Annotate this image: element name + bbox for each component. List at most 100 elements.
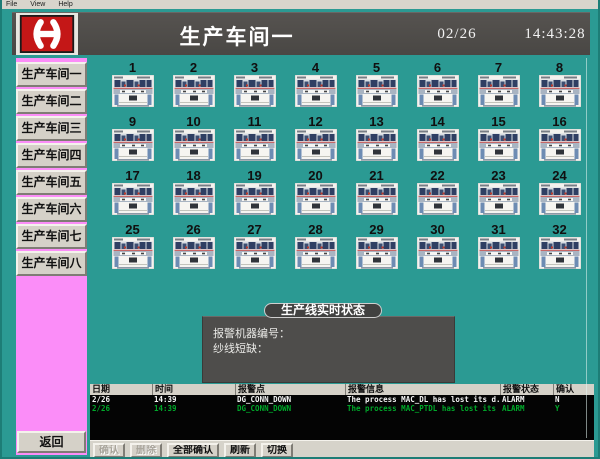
- machine-cell[interactable]: 4: [285, 61, 346, 115]
- machine-cell[interactable]: 11: [224, 115, 285, 169]
- machine-cell[interactable]: 8: [529, 61, 590, 115]
- toolbar-button[interactable]: 切换: [261, 443, 293, 458]
- machine-number: 22: [430, 169, 444, 183]
- alarm-time-cell: 14:39: [152, 395, 235, 404]
- machine-grid: 1: [102, 61, 591, 277]
- machine-cell[interactable]: 15: [468, 115, 529, 169]
- machine-cell[interactable]: 1: [102, 61, 163, 115]
- machine-number: 15: [491, 115, 505, 129]
- status-line: 报警机器编号：: [213, 327, 454, 342]
- alarm-row[interactable]: 2/26 14:39 DG_CONN_DOWN The process MAC_…: [90, 404, 594, 413]
- status-line: 纱线短缺：: [213, 342, 454, 357]
- sidebar-item-workshop[interactable]: 生产车间七: [16, 224, 87, 249]
- machine-number: 17: [125, 169, 139, 183]
- alarm-time-cell: 14:39: [152, 404, 235, 413]
- menu-item[interactable]: View: [30, 0, 45, 9]
- knitting-machine-icon: [173, 183, 215, 215]
- machine-cell[interactable]: 16: [529, 115, 590, 169]
- knitting-machine-icon: [356, 75, 398, 107]
- machine-cell[interactable]: 28: [285, 223, 346, 277]
- knitting-machine-icon: [112, 237, 154, 269]
- menu-item[interactable]: File: [6, 0, 17, 9]
- knitting-machine-icon: [356, 237, 398, 269]
- knitting-machine-icon: [417, 237, 459, 269]
- machine-cell[interactable]: 17: [102, 169, 163, 223]
- sidebar-item-workshop[interactable]: 生产车间二: [16, 89, 87, 114]
- alarm-row[interactable]: 2/26 14:39 DG_CONN_DOWN The process MAC_…: [90, 395, 594, 404]
- knitting-machine-icon: [112, 183, 154, 215]
- knitting-machine-icon: [478, 129, 520, 161]
- machine-cell[interactable]: 12: [285, 115, 346, 169]
- machine-cell[interactable]: 23: [468, 169, 529, 223]
- knitting-machine-icon: [295, 75, 337, 107]
- machine-cell[interactable]: 21: [346, 169, 407, 223]
- alarm-table-body: 2/26 14:39 DG_CONN_DOWN The process MAC_…: [90, 395, 594, 440]
- machine-number: 5: [373, 61, 380, 75]
- alarm-table-header: 日期时间报警点报警信息报警状态确认: [90, 384, 594, 395]
- alarm-column-header: 确认: [553, 384, 594, 395]
- knitting-machine-icon: [234, 75, 276, 107]
- machine-cell[interactable]: 2: [163, 61, 224, 115]
- date-display: 02/26: [422, 26, 492, 43]
- knitting-machine-icon: [234, 183, 276, 215]
- alarm-message-cell: The process MAC_DL has lost its d..: [345, 395, 500, 404]
- time-display: 14:43:28: [514, 26, 596, 43]
- machine-cell[interactable]: 20: [285, 169, 346, 223]
- toolbar-button[interactable]: 刷新: [224, 443, 256, 458]
- machine-cell[interactable]: 7: [468, 61, 529, 115]
- machine-cell[interactable]: 5: [346, 61, 407, 115]
- machine-cell[interactable]: 19: [224, 169, 285, 223]
- machine-number: 24: [552, 169, 566, 183]
- toolbar-button[interactable]: 删除: [130, 443, 162, 458]
- machine-number: 27: [247, 223, 261, 237]
- machine-number: 28: [308, 223, 322, 237]
- machine-cell[interactable]: 32: [529, 223, 590, 277]
- machine-cell[interactable]: 6: [407, 61, 468, 115]
- machine-cell[interactable]: 18: [163, 169, 224, 223]
- knitting-machine-icon: [478, 75, 520, 107]
- toolbar-button[interactable]: 全部确认: [167, 443, 219, 458]
- machine-number: 25: [125, 223, 139, 237]
- machine-cell[interactable]: 14: [407, 115, 468, 169]
- knitting-machine-icon: [112, 129, 154, 161]
- machine-number: 7: [495, 61, 502, 75]
- sidebar-item-workshop[interactable]: 生产车间一: [16, 62, 87, 87]
- sidebar-item-workshop[interactable]: 生产车间八: [16, 251, 87, 276]
- sidebar-item-workshop[interactable]: 生产车间六: [16, 197, 87, 222]
- toolbar-button[interactable]: 确认: [93, 443, 125, 458]
- machine-cell[interactable]: 13: [346, 115, 407, 169]
- machine-number: 11: [248, 115, 262, 129]
- hmi-window: FileViewHelp 生产车间一 02/26 14:43:28 生产车间一生…: [0, 0, 600, 459]
- sidebar-item-workshop[interactable]: 生产车间五: [16, 170, 87, 195]
- machine-cell[interactable]: 31: [468, 223, 529, 277]
- alarm-ack-cell: Y: [553, 404, 594, 413]
- right-bevel-line: [586, 58, 587, 438]
- machine-cell[interactable]: 30: [407, 223, 468, 277]
- alarm-status-cell: ALARM: [500, 395, 553, 404]
- machine-number: 21: [369, 169, 383, 183]
- status-panel-title: 生产线实时状态: [264, 303, 382, 318]
- machine-cell[interactable]: 10: [163, 115, 224, 169]
- machine-cell[interactable]: 26: [163, 223, 224, 277]
- machine-cell[interactable]: 22: [407, 169, 468, 223]
- status-panel: 报警机器编号：纱线短缺：: [202, 316, 455, 383]
- machine-number: 31: [491, 223, 505, 237]
- machine-number: 26: [186, 223, 200, 237]
- machine-cell[interactable]: 27: [224, 223, 285, 277]
- alarm-column-header: 报警点: [235, 384, 345, 395]
- machine-number: 12: [308, 115, 322, 129]
- back-button[interactable]: 返回: [17, 431, 86, 453]
- machine-number: 16: [552, 115, 566, 129]
- sidebar-item-workshop[interactable]: 生产车间三: [16, 116, 87, 141]
- alarm-column-header: 时间: [152, 384, 235, 395]
- knitting-machine-icon: [173, 237, 215, 269]
- sidebar-item-workshop[interactable]: 生产车间四: [16, 143, 87, 168]
- machine-cell[interactable]: 29: [346, 223, 407, 277]
- machine-cell[interactable]: 9: [102, 115, 163, 169]
- menu-item[interactable]: Help: [58, 0, 72, 9]
- machine-cell[interactable]: 24: [529, 169, 590, 223]
- knitting-machine-icon: [295, 183, 337, 215]
- machine-cell[interactable]: 25: [102, 223, 163, 277]
- knitting-machine-icon: [539, 183, 581, 215]
- machine-cell[interactable]: 3: [224, 61, 285, 115]
